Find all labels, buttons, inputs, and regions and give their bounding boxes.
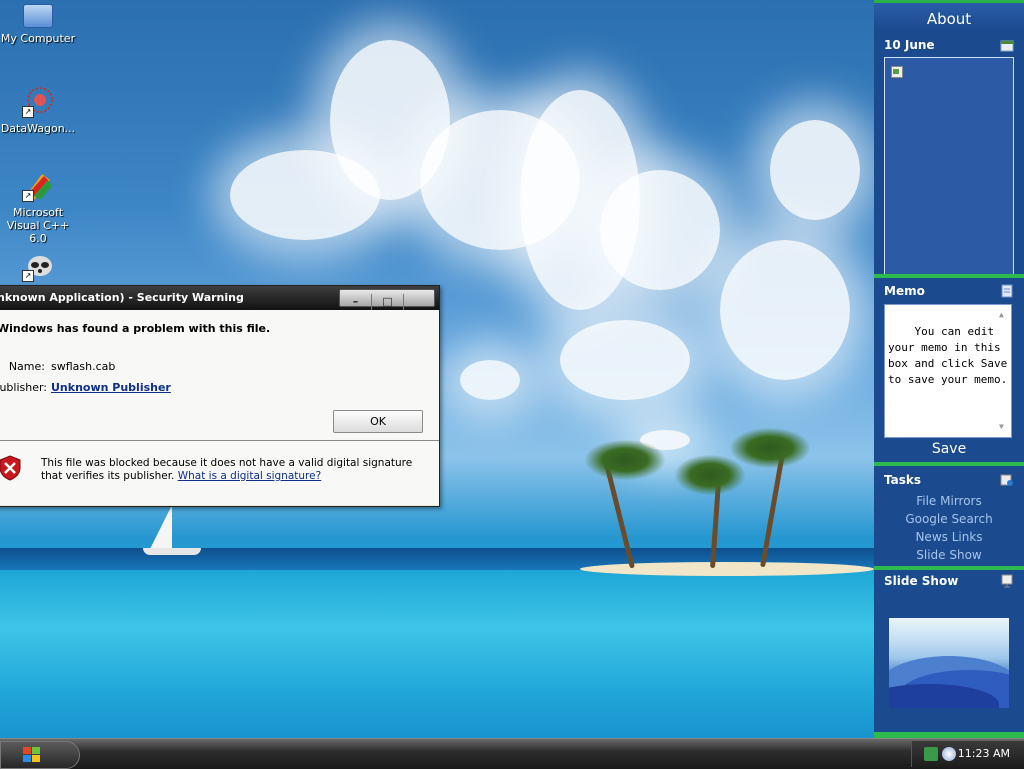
memo-scrollbar[interactable]: ▲ ▼ [999,307,1009,435]
digital-signature-link[interactable]: What is a digital signature? [178,470,321,482]
publisher-label: Publisher: [0,381,48,394]
start-button[interactable] [0,741,80,769]
sidebar: About 10 June Memo You can edit your mem… [874,0,1024,738]
network-globe-icon: ↗ [22,86,54,118]
desktop-icon-label: My Computer [0,32,76,45]
date-label: 10 June [884,38,935,52]
maximize-button[interactable]: □ [372,294,404,310]
file-name-row: Name: swflash.cab [0,360,116,373]
footer-message: This file was blocked because it does no… [41,457,421,483]
computer-icon [23,4,53,28]
network-icon[interactable] [924,747,938,761]
sidebar-title[interactable]: About [874,0,1024,30]
task-slide-show[interactable]: Slide Show [874,548,1024,562]
name-value: swflash.cab [51,360,116,373]
security-warning-dialog: nknown Application) - Security Warning –… [0,285,440,507]
shield-warning-icon [0,455,21,481]
minimize-button[interactable]: – [340,294,372,310]
calendar-icon[interactable] [1000,38,1014,52]
name-label: Name: [8,360,45,373]
dialog-headline: Windows has found a problem with this fi… [0,322,271,335]
sailboat [150,505,172,549]
task-file-mirrors[interactable]: File Mirrors [874,494,1024,508]
desktop-icon-raccoon[interactable]: ↗ [0,250,78,286]
task-news-links[interactable]: News Links [874,530,1024,544]
memo-icon[interactable] [1000,284,1014,298]
windows-logo-icon [23,747,41,763]
dialog-body: Windows has found a problem with this fi… [0,310,439,441]
taskbar: 11:23 AM [0,738,1024,769]
publisher-row: Publisher:Unknown Publisher [0,381,171,394]
dialog-footer: This file was blocked because it does no… [0,441,439,505]
ok-button[interactable]: OK [333,410,423,433]
publisher-link[interactable]: Unknown Publisher [51,381,171,394]
task-google-search[interactable]: Google Search [874,512,1024,526]
dialog-title: nknown Application) - Security Warning [0,291,244,304]
memo-save-button[interactable]: Save [874,441,1024,457]
tasks-heading: Tasks [884,473,922,487]
visual-cpp-icon: ↗ [22,170,54,202]
slideshow-image[interactable] [889,618,1009,708]
memo-text: You can edit your memo in this box and c… [888,325,1014,386]
desktop-icon-datawagon[interactable]: ↗ DataWagon... [0,86,78,135]
slideshow-heading: Slide Show [884,574,959,588]
window-controls: –□✕ [339,289,435,332]
raccoon-icon: ↗ [22,250,54,282]
clock[interactable]: 11:23 AM [958,747,1010,760]
desktop-icon-visual-cpp[interactable]: ↗ Microsoft Visual C++ 6.0 [0,170,78,245]
tasks-icon[interactable] [1000,473,1014,487]
memo-textarea[interactable]: You can edit your memo in this box and c… [884,304,1012,438]
note-icon [891,66,903,78]
dialog-titlebar[interactable]: nknown Application) - Security Warning –… [0,286,439,332]
memo-heading: Memo [884,284,925,298]
calendar-notes-panel[interactable] [884,57,1014,275]
desktop-icon-my-computer[interactable]: My Computer [0,4,78,45]
slideshow-icon[interactable] [1000,574,1014,588]
system-tray: 11:23 AM [911,741,1024,767]
desktop-icon-label: DataWagon... [0,122,76,135]
globe-icon[interactable] [942,747,956,761]
desktop-icon-label: Microsoft Visual C++ 6.0 [6,206,70,245]
